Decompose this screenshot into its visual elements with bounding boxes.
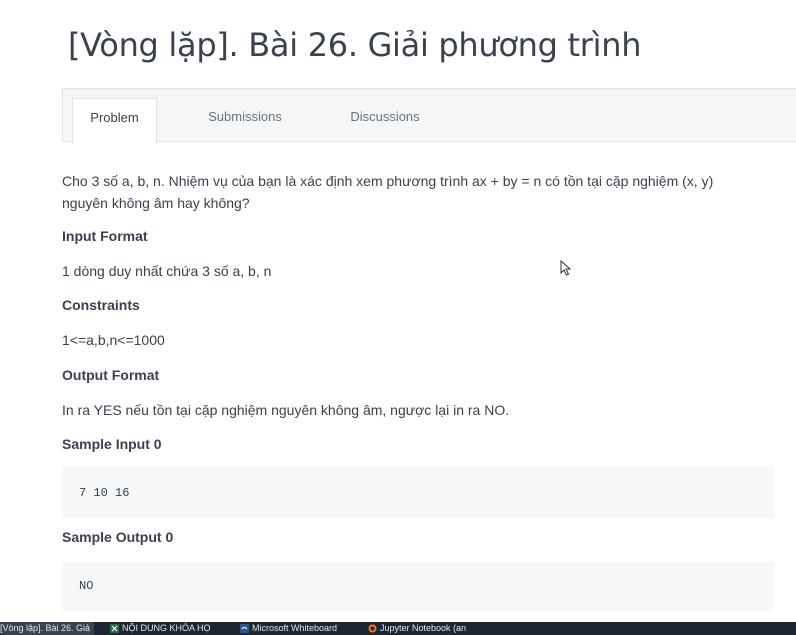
problem-description: Cho 3 số a, b, n. Nhiệm vụ của bạn là xá…: [62, 170, 774, 214]
taskbar-item-label: Jupyter Notebook (an: [380, 623, 467, 633]
taskbar-item-browser[interactable]: [Vòng lặp]. Bài 26. Giả: [0, 622, 94, 635]
tab-discussions[interactable]: Discussions: [335, 98, 435, 143]
output-format-text: In ra YES nếu tồn tại cặp nghiệm nguyên …: [62, 402, 510, 418]
constraints-text: 1<=a,b,n<=1000: [62, 332, 165, 348]
input-format-text: 1 dòng duy nhất chứa 3 số a, b, n: [62, 263, 272, 279]
sample-output-heading: Sample Output 0: [62, 529, 174, 545]
description-line-1: Cho 3 số a, b, n. Nhiệm vụ của bạn là xá…: [62, 173, 714, 189]
sample-output-code: NO: [62, 562, 774, 611]
jupyter-icon: [368, 624, 377, 633]
constraints-heading: Constraints: [62, 297, 140, 313]
taskbar-item-jupyter[interactable]: Jupyter Notebook (an: [366, 622, 484, 635]
description-line-2: nguyên không âm hay không?: [62, 195, 250, 211]
taskbar: [Vòng lặp]. Bài 26. Giả NỘI DUNG KHÓA HỌ…: [0, 622, 796, 635]
excel-icon: [110, 624, 119, 633]
mouse-cursor-icon: [560, 260, 572, 276]
whiteboard-icon: [240, 624, 249, 633]
output-format-heading: Output Format: [62, 367, 160, 383]
sample-input-heading: Sample Input 0: [62, 436, 162, 452]
taskbar-item-label: Microsoft Whiteboard: [252, 623, 338, 633]
taskbar-item-label: [Vòng lặp]. Bài 26. Giả: [0, 623, 91, 633]
tab-bar: Problem Submissions Discussions: [62, 88, 796, 144]
tab-submissions[interactable]: Submissions: [193, 98, 297, 143]
taskbar-item-whiteboard[interactable]: Microsoft Whiteboard: [238, 622, 356, 635]
taskbar-item-excel[interactable]: NỘI DUNG KHÓA HỌ: [108, 622, 226, 635]
input-format-heading: Input Format: [62, 228, 148, 244]
page-title: [Vòng lặp]. Bài 26. Giải phương trình: [68, 26, 642, 64]
sample-input-code: 7 10 16: [62, 467, 774, 518]
taskbar-item-label: NỘI DUNG KHÓA HỌ: [122, 623, 211, 633]
tab-problem[interactable]: Problem: [72, 98, 157, 144]
